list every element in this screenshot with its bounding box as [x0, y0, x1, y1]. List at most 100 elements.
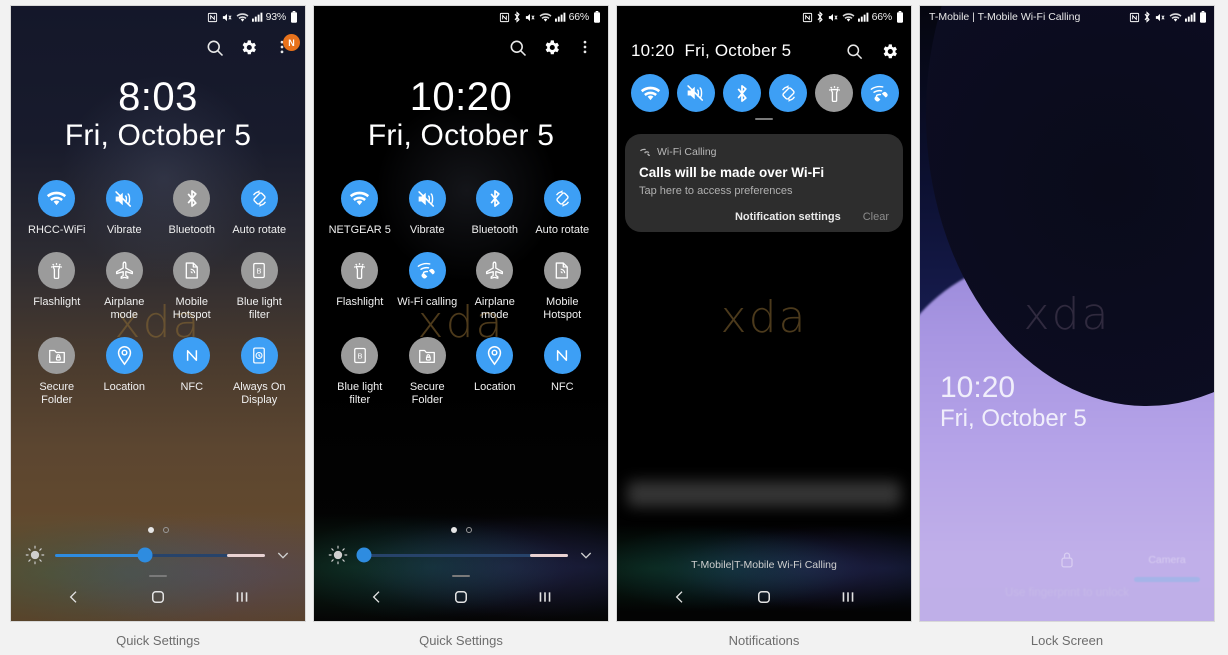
back-icon[interactable] [66, 588, 82, 611]
bluetooth-icon [514, 11, 520, 23]
nfc-icon[interactable] [543, 336, 581, 374]
tile-blue-light-filter[interactable]: B Blue light filter [326, 336, 394, 408]
tile-location[interactable]: Location [461, 336, 529, 408]
page-dot-active[interactable] [147, 527, 154, 533]
gear-icon[interactable] [542, 38, 562, 58]
panel-drag-handle[interactable] [755, 118, 773, 120]
quick-tile-auto-rotate[interactable] [769, 74, 807, 112]
brightness-track[interactable] [356, 547, 568, 563]
quick-tile-vibrate[interactable] [677, 74, 715, 112]
quick-settings-tile-grid: RHCC-WiFi Vibrate Bluetooth Auto rotate Flas… [11, 180, 305, 408]
gear-icon[interactable] [880, 42, 899, 61]
tile-mobile-hotspot[interactable]: Mobile Hotspot [529, 251, 597, 323]
flashlight-icon[interactable] [341, 251, 379, 289]
search-icon[interactable] [205, 38, 225, 58]
always-on-display-icon[interactable] [240, 336, 278, 374]
flashlight-icon[interactable] [38, 251, 76, 289]
brightness-icon [328, 545, 348, 565]
tile-auto-rotate[interactable]: Auto rotate [226, 180, 294, 238]
vibrate-icon[interactable] [408, 180, 446, 217]
tile-wi-fi-calling[interactable]: Wi-Fi calling [394, 251, 462, 323]
tile-secure-folder[interactable]: Secure Folder [394, 336, 462, 408]
notification-card[interactable]: Wi-Fi Calling Calls will be made over Wi… [625, 134, 903, 232]
clock-widget: 8:03 Fri, October 5 [11, 76, 305, 154]
tile-flashlight[interactable]: Flashlight [326, 251, 394, 323]
home-icon[interactable] [755, 588, 773, 611]
more-vert-icon[interactable] [576, 38, 596, 58]
nfc-icon[interactable] [173, 336, 211, 374]
quick-tile-wifi[interactable] [631, 74, 669, 112]
bluetooth-icon[interactable] [476, 180, 514, 217]
gear-icon[interactable] [239, 38, 259, 58]
blue-light-icon[interactable]: B [341, 336, 379, 374]
tile-airplane-mode[interactable]: Airplane mode [461, 251, 529, 323]
location-icon[interactable] [476, 336, 514, 374]
wifi-icon[interactable] [38, 180, 76, 217]
tile-location[interactable]: Location [91, 336, 159, 408]
tile-vibrate[interactable]: Vibrate [394, 180, 462, 238]
quick-tile-flashlight[interactable] [815, 74, 853, 112]
tile-label: Wi-Fi calling [397, 295, 458, 308]
wifi-icon[interactable] [341, 180, 379, 217]
airplane-icon[interactable] [105, 251, 143, 289]
quick-tile-wifi-calling[interactable] [861, 74, 899, 112]
mute-icon [828, 13, 838, 21]
wifi-calling-icon[interactable] [408, 251, 446, 289]
back-icon[interactable] [369, 588, 385, 611]
bluetooth-icon[interactable] [173, 180, 211, 217]
chevron-down-icon [580, 552, 592, 559]
notification-app-name: Wi-Fi Calling [657, 146, 717, 158]
search-icon[interactable] [508, 38, 528, 58]
clear-button[interactable]: Clear [863, 211, 889, 223]
vibrate-icon[interactable] [105, 180, 143, 217]
tile-airplane-mode[interactable]: Airplane mode [91, 251, 159, 323]
caption-lock-screen: Lock Screen [1030, 633, 1104, 648]
camera-shortcut[interactable]: Camera [1134, 554, 1200, 582]
tile-flashlight[interactable]: Flashlight [23, 251, 91, 323]
secure-folder-icon[interactable] [408, 336, 446, 374]
tile-label: Secure Folder [409, 380, 445, 407]
tile-nfc[interactable]: NFC [158, 336, 226, 408]
clock-time: 10:20 [409, 75, 513, 119]
recents-icon[interactable] [840, 588, 856, 611]
brightness-track[interactable] [55, 547, 265, 563]
airplane-icon[interactable] [476, 251, 514, 289]
tile-mobile-hotspot[interactable]: Mobile Hotspot [158, 251, 226, 323]
tile-vibrate[interactable]: Vibrate [91, 180, 159, 238]
notification-actions: Notification settings Clear [639, 211, 889, 223]
hotspot-icon[interactable] [543, 251, 581, 289]
auto-rotate-icon[interactable] [543, 180, 581, 217]
blue-light-icon[interactable]: B [240, 251, 278, 289]
tile-rhcc-wifi[interactable]: RHCC-WiFi [23, 180, 91, 238]
notification-subtitle: Tap here to access preferences [639, 185, 793, 197]
page-dot[interactable] [162, 527, 169, 533]
battery-icon [594, 11, 600, 23]
tile-bluetooth[interactable]: Bluetooth [158, 180, 226, 238]
home-icon[interactable] [149, 588, 167, 611]
camera-swipe-bar[interactable] [1134, 577, 1200, 582]
tile-auto-rotate[interactable]: Auto rotate [529, 180, 597, 238]
tile-nfc[interactable]: NFC [529, 336, 597, 408]
recents-icon[interactable] [537, 588, 553, 611]
tile-blue-light-filter[interactable]: B Blue light filter [226, 251, 294, 323]
back-icon[interactable] [672, 588, 688, 611]
tile-bluetooth[interactable]: Bluetooth [461, 180, 529, 238]
notification-settings-button[interactable]: Notification settings [735, 211, 841, 223]
page-dot-active[interactable] [450, 527, 457, 533]
tile-secure-folder[interactable]: Secure Folder [23, 336, 91, 408]
search-icon[interactable] [845, 42, 864, 61]
tile-label: Location [473, 380, 516, 393]
quick-tile-bluetooth[interactable] [723, 74, 761, 112]
tile-netgear-5[interactable]: NETGEAR 5 [326, 180, 394, 238]
more-vert-icon[interactable]: N [273, 34, 300, 58]
hotspot-icon[interactable] [173, 251, 211, 289]
recents-icon[interactable] [234, 588, 250, 611]
carrier-label: T-Mobile | T-Mobile Wi-Fi Calling [929, 11, 1081, 23]
navigation-bar [617, 577, 911, 621]
page-dot[interactable] [465, 527, 472, 533]
tile-always-on-display[interactable]: Always On Display [226, 336, 294, 408]
secure-folder-icon[interactable] [38, 336, 76, 374]
location-icon[interactable] [105, 336, 143, 374]
home-icon[interactable] [452, 588, 470, 611]
auto-rotate-icon[interactable] [240, 180, 278, 217]
